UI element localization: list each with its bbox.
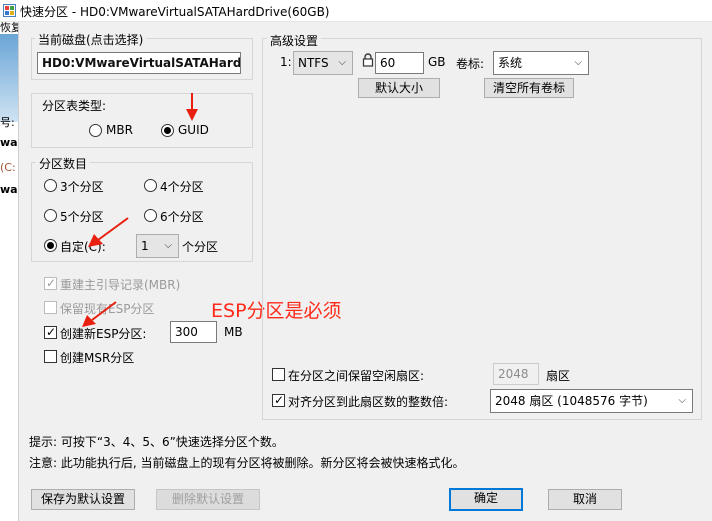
alignment-select[interactable]: 2048 扇区 (1048576 字节) ⌵	[490, 389, 693, 413]
volume-label-select[interactable]: 系统 ⌵	[493, 51, 589, 75]
cancel-button[interactable]: 取消	[548, 489, 622, 510]
chevron-down-icon: ⌵	[338, 57, 346, 68]
strip-text: (C:	[0, 161, 16, 174]
three-partitions-label[interactable]: 3个分区	[60, 178, 104, 195]
filesystem-value: NTFS	[298, 56, 329, 70]
chevron-down-icon: ⌵	[574, 57, 582, 68]
chevron-down-icon: ⌵	[678, 395, 686, 406]
alignment-value: 2048 扇区 (1048576 字节)	[495, 394, 648, 408]
save-default-button[interactable]: 保存为默认设置	[31, 489, 135, 510]
free-sectors-unit: 扇区	[546, 369, 571, 383]
lock-icon[interactable]	[362, 53, 374, 67]
strip-text: ware	[0, 136, 18, 149]
custom-count-value: 1	[141, 239, 149, 253]
current-disk-selector[interactable]: HD0:VMwareVirtualSATAHardl	[37, 52, 241, 74]
title-bar: 快速分区 - HD0:VMwareVirtualSATAHardDrive(60…	[0, 0, 712, 22]
partition-size-unit: GB	[428, 55, 446, 69]
red-arrow-icon	[88, 217, 129, 247]
create-esp-label[interactable]: 创建新ESP分区:	[60, 325, 146, 342]
partition-type-label: 分区表类型:	[42, 99, 107, 113]
volume-label-caption: 卷标:	[456, 57, 485, 71]
advanced-settings-group	[262, 38, 702, 420]
default-size-button[interactable]: 默认大小	[358, 78, 440, 98]
keep-esp-checkbox[interactable]	[44, 301, 57, 314]
clear-labels-button[interactable]: 清空所有卷标	[484, 78, 574, 98]
ok-button[interactable]: 确定	[449, 488, 523, 511]
custom-count-select[interactable]: 1 ⌵	[136, 234, 179, 258]
align-partitions-checkbox[interactable]: ✓	[272, 393, 285, 407]
create-msr-checkbox[interactable]	[44, 350, 57, 363]
guid-radio[interactable]	[161, 124, 174, 137]
strip-text: ware	[0, 183, 18, 196]
background-app-strip: 恢复 号: ware (C: ware	[0, 22, 19, 521]
guid-label[interactable]: GUID	[178, 123, 209, 137]
partition-size-input[interactable]: 60	[375, 52, 424, 74]
mbr-radio[interactable]	[89, 124, 102, 137]
strip-text: 号:	[0, 116, 15, 129]
align-partitions-label[interactable]: 对齐分区到此扇区数的整数倍:	[288, 393, 448, 410]
hint-text: 提示: 可按下“3、4、5、6”快速选择分区个数。	[29, 435, 284, 449]
advanced-settings-legend: 高级设置	[267, 32, 322, 49]
four-partitions-label[interactable]: 4个分区	[160, 178, 204, 195]
partition-count-legend: 分区数目	[36, 155, 91, 172]
three-partitions-radio[interactable]	[44, 179, 57, 192]
red-arrow-icon	[186, 93, 198, 121]
mbr-label[interactable]: MBR	[106, 123, 133, 137]
custom-partitions-radio[interactable]	[44, 239, 57, 252]
rebuild-mbr-label: 重建主引导记录(MBR)	[60, 278, 181, 292]
keep-free-sectors-label[interactable]: 在分区之间保留空闲扇区:	[288, 367, 424, 384]
custom-count-suffix: 个分区	[182, 240, 219, 254]
four-partitions-radio[interactable]	[144, 179, 157, 192]
six-partitions-label[interactable]: 6个分区	[160, 208, 204, 225]
five-partitions-radio[interactable]	[44, 209, 57, 222]
window-title: 快速分区 - HD0:VMwareVirtualSATAHardDrive(60…	[20, 5, 330, 19]
partition-row-index: 1:	[280, 55, 292, 69]
create-esp-checkbox[interactable]: ✓	[44, 325, 57, 339]
keep-free-sectors-checkbox[interactable]	[272, 368, 285, 381]
free-sectors-input[interactable]: 2048	[493, 363, 539, 385]
rebuild-mbr-checkbox[interactable]: ✓	[44, 276, 57, 290]
warning-text: 注意: 此功能执行后, 当前磁盘上的现有分区将被删除。新分区将会被快速格式化。	[29, 456, 465, 470]
chevron-down-icon: ⌵	[164, 240, 172, 251]
filesystem-select[interactable]: NTFS ⌵	[293, 51, 353, 75]
create-msr-label[interactable]: 创建MSR分区	[60, 349, 134, 366]
strip-text: 恢复	[0, 22, 18, 34]
six-partitions-radio[interactable]	[144, 209, 157, 222]
volume-label-value: 系统	[498, 56, 523, 70]
esp-size-input[interactable]: 300	[170, 321, 217, 343]
esp-size-unit: MB	[224, 325, 243, 339]
app-icon	[3, 4, 16, 17]
current-disk-legend: 当前磁盘(点击选择)	[35, 31, 147, 48]
delete-default-button[interactable]: 删除默认设置	[156, 489, 260, 510]
